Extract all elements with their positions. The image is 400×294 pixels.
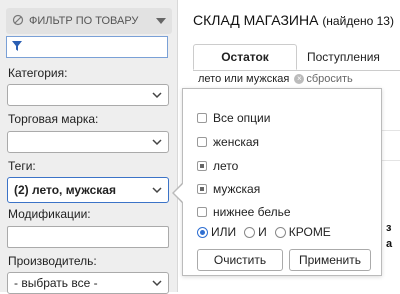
option-label: мужская — [213, 182, 261, 196]
active-filters: лето или мужская × сбросить — [198, 73, 353, 85]
mode-radio-group: ИЛИ И КРОМЕ — [197, 225, 331, 239]
chevron-down-icon — [152, 280, 162, 287]
radio-or[interactable]: ИЛИ — [197, 225, 236, 239]
option-female[interactable]: женская — [197, 135, 259, 149]
option-underwear[interactable]: нижнее белье — [197, 205, 291, 219]
funnel-icon — [11, 40, 23, 55]
apply-button[interactable]: Применить — [289, 249, 371, 271]
manufacturer-select-value: - выбрать все - — [14, 276, 98, 290]
category-label: Категория: — [8, 66, 68, 80]
chevron-down-icon — [152, 139, 162, 146]
option-label: женская — [213, 135, 260, 149]
active-filter-chip: лето или мужская — [198, 73, 290, 85]
close-circle-icon: × — [294, 74, 305, 84]
radio-label: И — [258, 225, 267, 239]
tags-select[interactable]: (2) лето, мужская — [7, 177, 169, 203]
radio-except[interactable]: КРОМЕ — [274, 225, 331, 239]
found-count: (найдено 13) — [322, 14, 394, 28]
brand-select[interactable] — [7, 131, 169, 153]
reset-filter-label: сбросить — [306, 73, 353, 85]
chevron-down-icon — [152, 92, 162, 99]
category-select[interactable] — [7, 84, 169, 106]
modifications-input[interactable] — [7, 226, 169, 248]
tab-stock[interactable]: Остаток — [193, 44, 297, 70]
tags-label: Теги: — [8, 159, 36, 173]
checkbox[interactable] — [197, 207, 207, 217]
table-row-peek: а — [386, 238, 393, 250]
option-label: лето — [213, 159, 239, 173]
radio-label: ИЛИ — [211, 225, 237, 239]
radio-button[interactable] — [274, 226, 286, 238]
radio-and[interactable]: И — [244, 225, 267, 239]
filter-header[interactable]: ФИЛЬТР ПО ТОВАРУ — [6, 8, 172, 34]
chevron-down-icon — [156, 18, 166, 24]
checkbox-checked[interactable] — [197, 161, 207, 171]
radio-button[interactable] — [244, 226, 256, 238]
reset-filter-link[interactable]: × сбросить — [294, 73, 353, 85]
radio-label: КРОМЕ — [288, 225, 331, 239]
checkbox[interactable] — [197, 137, 207, 147]
option-summer[interactable]: лето — [197, 159, 238, 173]
checkbox-checked[interactable] — [197, 184, 207, 194]
apply-filter-button[interactable] — [6, 36, 168, 58]
checkbox[interactable] — [197, 113, 207, 123]
modifications-label: Модификации: — [8, 207, 91, 221]
filter-header-title: ФИЛЬТР ПО ТОВАРУ — [29, 15, 139, 27]
page-title: СКЛАД МАГАЗИНА (найдено 13) — [193, 12, 394, 28]
table-row-peek: з — [386, 222, 392, 234]
tags-options-popup: Все опции женская лето мужская нижнее бе… — [182, 88, 382, 276]
filter-eye-icon — [12, 14, 24, 29]
page-title-text: СКЛАД МАГАЗИНА — [193, 12, 319, 28]
option-label: нижнее белье — [213, 205, 291, 219]
option-all[interactable]: Все опции — [197, 111, 270, 125]
popup-arrow-inner — [174, 184, 183, 202]
clear-button[interactable]: Очистить — [197, 249, 283, 271]
option-male[interactable]: мужская — [197, 182, 260, 196]
option-label: Все опции — [213, 111, 271, 125]
brand-label: Торговая марка: — [8, 112, 99, 126]
chevron-down-icon — [152, 187, 162, 194]
tab-receipts[interactable]: Поступления — [307, 44, 400, 70]
manufacturer-select[interactable]: - выбрать все - — [7, 272, 169, 294]
tags-select-value: (2) лето, мужская — [14, 183, 116, 197]
manufacturer-label: Производитель: — [8, 254, 97, 268]
tab-bar: Остаток Поступления — [193, 44, 400, 71]
filter-sidebar: ФИЛЬТР ПО ТОВАРУ Категория: Торговая мар… — [0, 0, 178, 294]
radio-button-selected[interactable] — [197, 226, 208, 238]
